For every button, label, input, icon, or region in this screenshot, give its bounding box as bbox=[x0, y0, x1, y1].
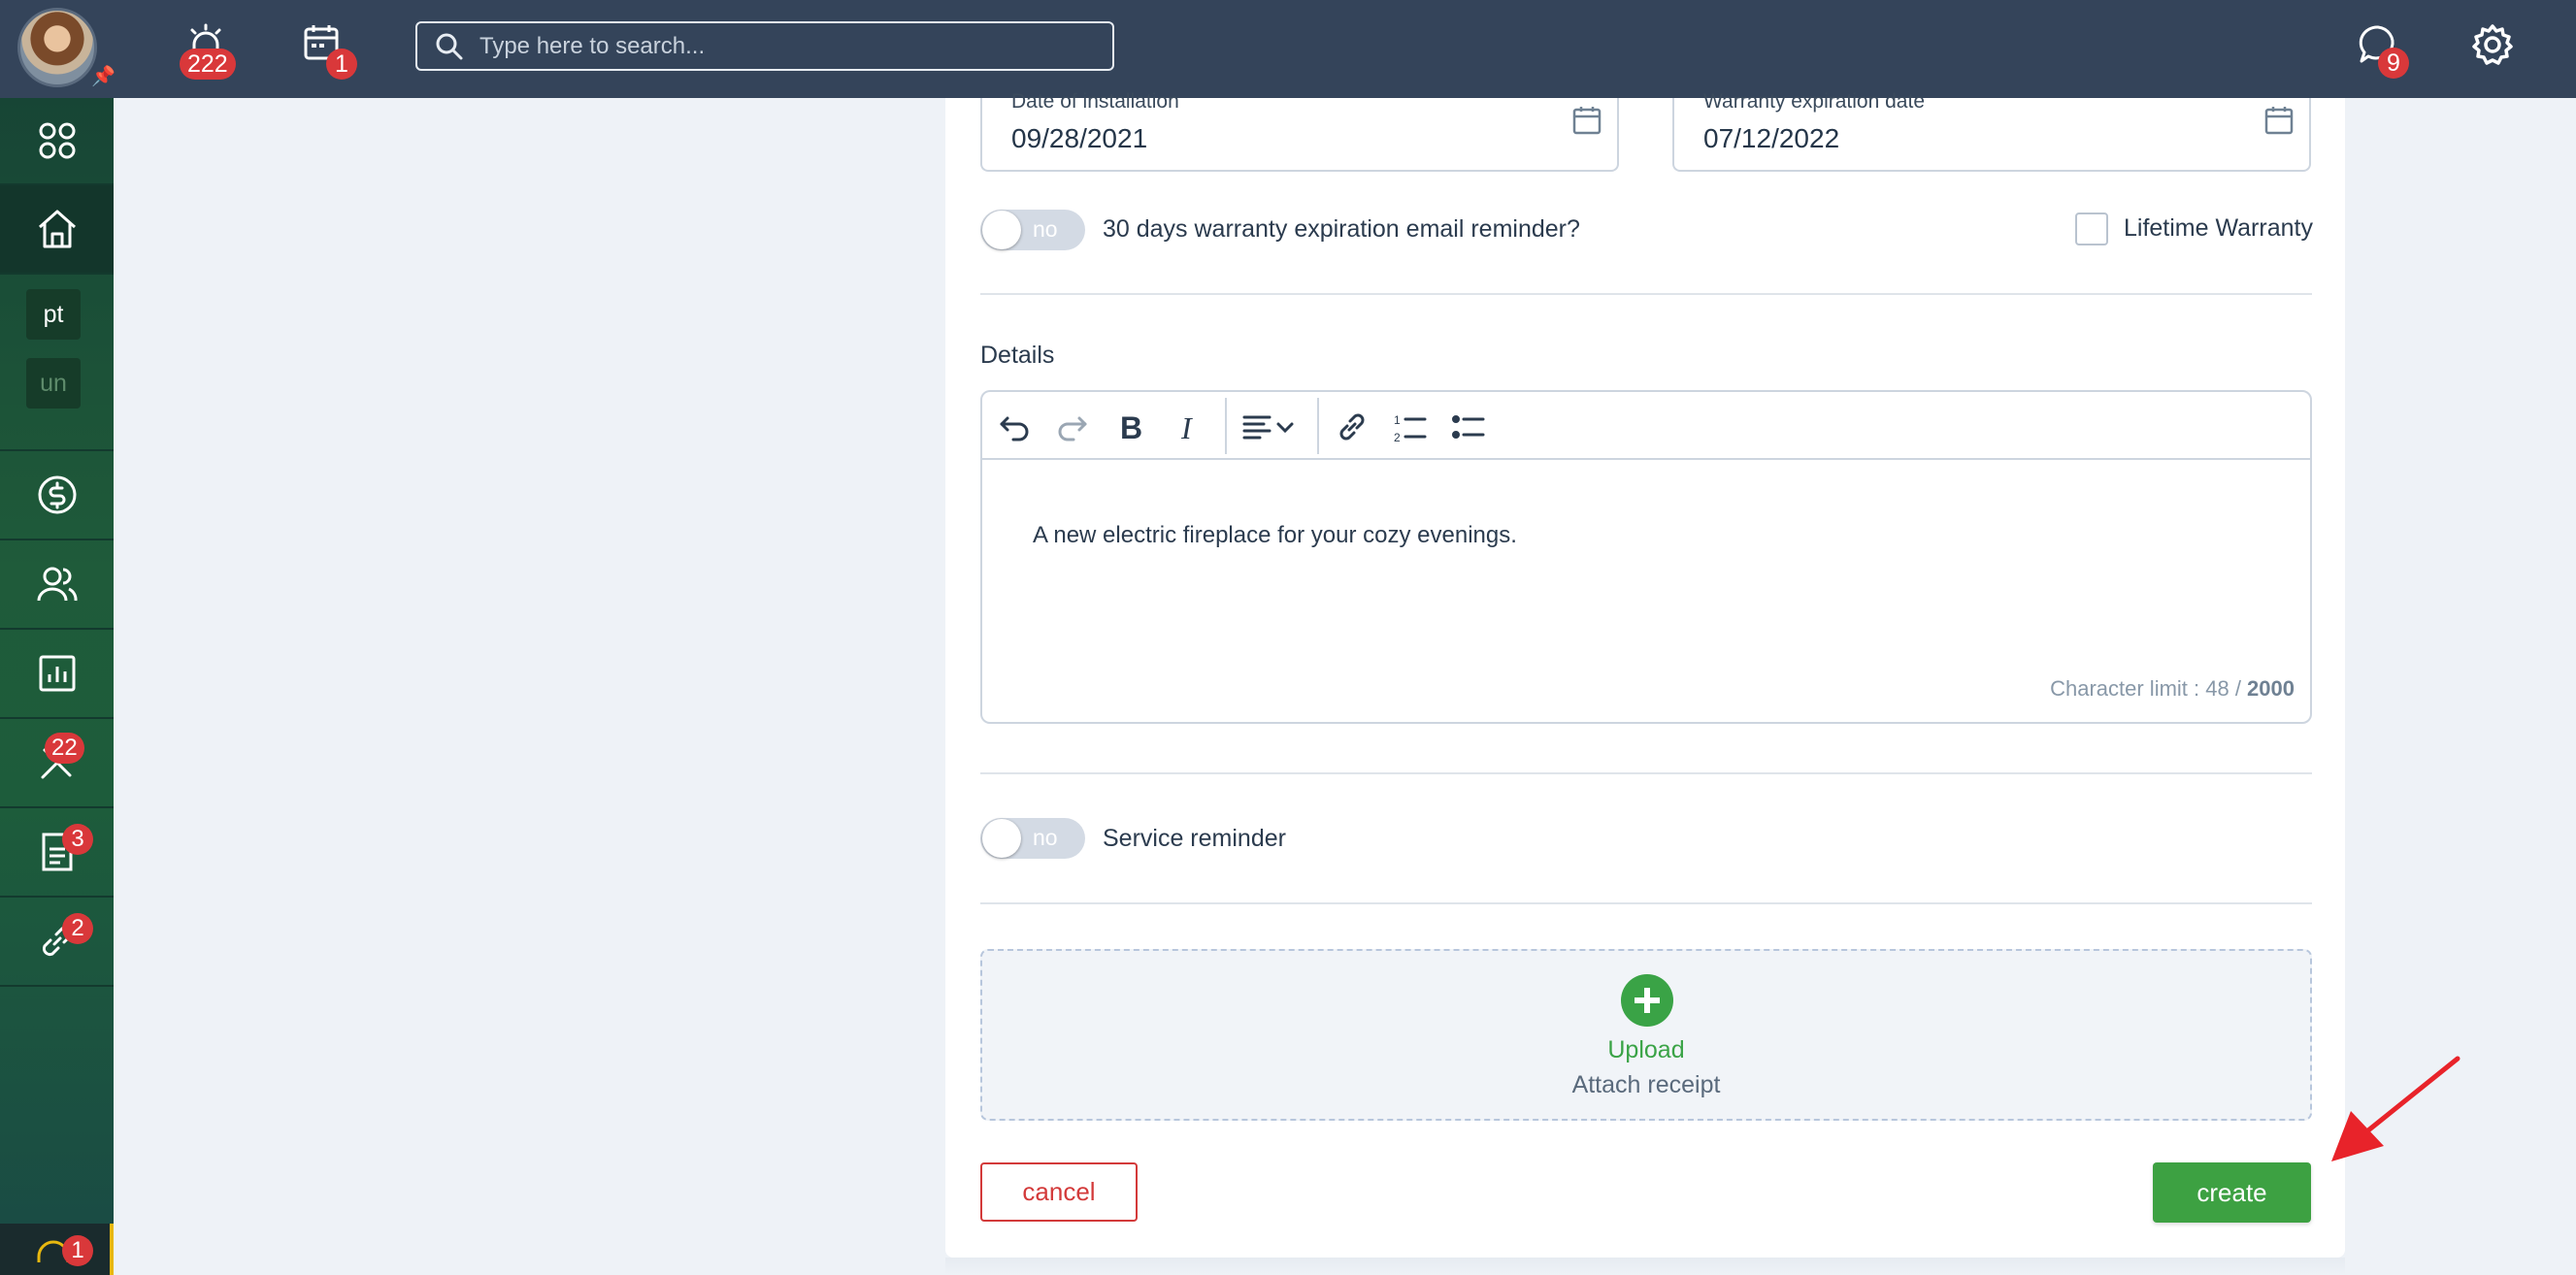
sidebar-item-documents[interactable] bbox=[0, 808, 114, 898]
sidebar-tag-pt[interactable]: pt bbox=[26, 289, 81, 340]
service-reminder-label: Service reminder bbox=[1103, 825, 1286, 852]
bullet-list-icon[interactable] bbox=[1450, 409, 1487, 445]
documents-badge: 3 bbox=[62, 824, 93, 855]
create-button[interactable]: create bbox=[2153, 1162, 2311, 1223]
link-icon[interactable] bbox=[1334, 409, 1371, 445]
divider bbox=[980, 902, 2312, 904]
warranty-reminder-toggle-state: no bbox=[1033, 216, 1058, 242]
home-icon bbox=[38, 210, 76, 248]
chart-icon bbox=[39, 655, 75, 692]
redo-icon[interactable] bbox=[1054, 409, 1091, 445]
installation-date-value[interactable]: 09/28/2021 bbox=[1011, 123, 1147, 154]
sidebar-item-support[interactable]: 1 bbox=[0, 1224, 110, 1275]
details-editor[interactable]: B I 12 A new electric fireplace for your… bbox=[980, 390, 2312, 724]
details-title: Details bbox=[980, 342, 1055, 369]
upload-label[interactable]: Upload bbox=[982, 1036, 2310, 1064]
search-box[interactable] bbox=[415, 21, 1114, 71]
gear-icon[interactable] bbox=[2471, 23, 2514, 66]
undo-icon[interactable] bbox=[996, 409, 1033, 445]
italic-icon[interactable]: I bbox=[1171, 409, 1207, 445]
warranty-reminder-toggle[interactable]: no bbox=[980, 210, 1085, 250]
character-limit-max: 2000 bbox=[2247, 676, 2295, 701]
divider bbox=[980, 293, 2312, 295]
plus-circle-icon[interactable] bbox=[1621, 974, 1673, 1027]
sidebar-active-accent bbox=[110, 1224, 114, 1275]
attach-receipt-label: Attach receipt bbox=[1571, 1071, 1721, 1098]
toggle-knob bbox=[982, 819, 1021, 858]
apps-grid-icon bbox=[39, 122, 75, 159]
svg-text:I: I bbox=[1180, 410, 1193, 445]
sidebar-item-links[interactable] bbox=[0, 898, 114, 987]
toolbar-separator bbox=[1317, 398, 1319, 454]
sidebar: pt un 22 3 2 bbox=[0, 98, 114, 1275]
product-form-card: Date of installation 09/28/2021 Warranty… bbox=[945, 90, 2345, 1258]
warranty-date-value[interactable]: 07/12/2022 bbox=[1703, 123, 1839, 154]
search-icon bbox=[436, 33, 463, 59]
support-badge: 1 bbox=[62, 1235, 93, 1266]
pin-icon[interactable]: 📌 bbox=[91, 66, 116, 87]
annotation-arrow-icon bbox=[2331, 1056, 2460, 1161]
top-bar: 📌 222 1 9 bbox=[0, 0, 2576, 98]
search-input[interactable] bbox=[479, 32, 1062, 60]
editor-toolbar: B I 12 bbox=[982, 392, 2310, 460]
alarm-badge: 222 bbox=[180, 49, 236, 80]
sidebar-tags-group: pt un bbox=[0, 275, 114, 451]
installation-date-label: Date of installation bbox=[1011, 90, 1179, 113]
sidebar-item-reports[interactable] bbox=[0, 630, 114, 719]
calendar-icon[interactable] bbox=[1570, 104, 1603, 137]
cancel-button[interactable]: cancel bbox=[980, 1162, 1138, 1222]
character-limit-prefix: Character limit : 48 / bbox=[2050, 676, 2248, 701]
warranty-reminder-label: 30 days warranty expiration email remind… bbox=[1103, 215, 1580, 243]
service-reminder-toggle-state: no bbox=[1033, 825, 1058, 850]
character-limit: Character limit : 48 / 2000 bbox=[2050, 676, 2295, 702]
sidebar-item-home[interactable] bbox=[0, 185, 114, 275]
chevron-down-icon[interactable] bbox=[1273, 409, 1297, 445]
lifetime-warranty-checkbox[interactable] bbox=[2075, 212, 2108, 245]
sidebar-item-customers[interactable] bbox=[0, 540, 114, 630]
toggle-knob bbox=[982, 211, 1021, 249]
align-icon[interactable] bbox=[1240, 409, 1277, 445]
lifetime-warranty-label: Lifetime Warranty bbox=[2124, 214, 2313, 242]
ordered-list-icon[interactable]: 12 bbox=[1392, 409, 1429, 445]
svg-text:1: 1 bbox=[1394, 413, 1401, 427]
warranty-date-field[interactable]: Warranty expiration date 07/12/2022 bbox=[1672, 90, 2311, 172]
svg-text:B: B bbox=[1120, 410, 1142, 445]
calendar-icon[interactable] bbox=[2262, 104, 2295, 137]
chat-badge: 9 bbox=[2378, 48, 2409, 79]
service-reminder-toggle[interactable]: no bbox=[980, 818, 1085, 859]
warranty-date-label: Warranty expiration date bbox=[1703, 90, 1925, 113]
sidebar-item-apps[interactable] bbox=[0, 98, 114, 185]
dollar-icon bbox=[38, 475, 76, 514]
tools-badge: 22 bbox=[45, 733, 84, 764]
user-avatar[interactable] bbox=[17, 8, 97, 87]
bold-icon[interactable]: B bbox=[1112, 409, 1149, 445]
installation-date-field[interactable]: Date of installation 09/28/2021 bbox=[980, 90, 1619, 172]
links-badge: 2 bbox=[62, 913, 93, 944]
details-text[interactable]: A new electric fireplace for your cozy e… bbox=[1033, 522, 1517, 549]
divider bbox=[980, 772, 2312, 774]
sidebar-item-finance[interactable] bbox=[0, 451, 114, 540]
users-icon bbox=[37, 567, 78, 602]
toolbar-separator bbox=[1225, 398, 1227, 454]
sidebar-tag-un[interactable]: un bbox=[26, 358, 81, 409]
calendar-badge: 1 bbox=[326, 49, 357, 80]
svg-text:2: 2 bbox=[1394, 431, 1401, 444]
card-bottom-shadow bbox=[945, 1258, 2345, 1275]
upload-dropzone[interactable]: Upload Attach receipt bbox=[980, 949, 2312, 1121]
